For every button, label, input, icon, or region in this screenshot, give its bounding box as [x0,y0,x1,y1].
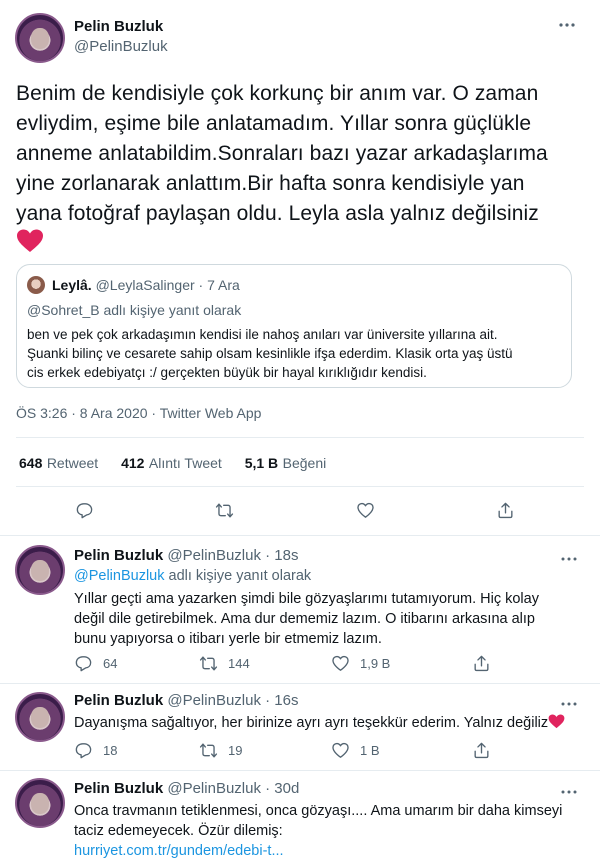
retweet-icon [199,743,218,758]
divider [16,437,584,438]
avatar[interactable] [15,778,65,828]
quotes-stat[interactable]: 412 Alıntı Tweet [121,455,222,472]
like-icon[interactable] [356,501,375,525]
reply-context: @PelinBuzluk adlı kişiye yanıt olarak [74,568,312,584]
more-dots-icon[interactable] [560,696,578,706]
more-dots-icon[interactable] [557,18,577,32]
author-name[interactable]: Pelin Buzluk [74,18,163,35]
reply-icon[interactable] [75,501,94,525]
heart-emoji [548,714,565,729]
share-icon[interactable] [496,501,515,525]
quoted-text-line: cis erkek edebiyatçı :/ gerçekten büyük … [27,365,427,380]
tweet-text: Benim de kendisiyle çok korkunç bir anım… [16,79,586,229]
quoted-text: ben ve pek çok arkadaşımın kendisi ile n… [27,325,567,382]
share-icon[interactable] [472,741,491,765]
reply-mention-link[interactable]: @PelinBuzluk [74,568,164,584]
reply-header: Pelin Buzluk @PelinBuzluk · 16s [74,692,299,709]
reply-text: Yıllar geçti ama yazarken şimdi bile göz… [74,591,539,647]
retweet-button[interactable]: 144 [199,654,250,673]
reply-time[interactable]: · 30d [265,780,299,797]
like-icon [332,742,349,758]
more-dots-icon[interactable] [560,784,578,794]
reply-button[interactable]: 64 [74,654,117,673]
reply-author-name[interactable]: Pelin Buzluk [74,780,163,797]
likes-stat[interactable]: 5,1 B Beğeni [245,455,327,472]
like-button[interactable]: 1,9 B [331,654,390,673]
tweet-text-line: yine zorlanarak anlattım.Bir hafta sonra… [16,172,525,195]
reply-icon [75,743,92,759]
divider [0,683,600,684]
reply-author-handle[interactable]: @PelinBuzluk [167,692,261,709]
avatar[interactable] [15,692,65,742]
reply-author-name[interactable]: Pelin Buzluk [74,692,163,709]
quoted-avatar [27,276,45,294]
tweet-timestamp[interactable]: ÖS 3:26 · 8 Ara 2020 · Twitter Web App [16,405,261,421]
reply-author-handle[interactable]: @PelinBuzluk [167,780,261,797]
quoted-tweet[interactable]: Leylâ. @LeylaSalinger · 7 Ara @Sohret_B … [16,264,572,388]
more-dots-icon[interactable] [560,551,578,561]
quoted-name: Leylâ. [52,277,92,293]
reply-author-name[interactable]: Pelin Buzluk [74,547,163,564]
retweet-icon[interactable] [215,501,234,525]
divider [16,486,584,487]
reply-time[interactable]: · 18s [265,547,298,564]
reply-author-handle[interactable]: @PelinBuzluk [167,547,261,564]
reply-time[interactable]: · 16s [265,692,298,709]
quoted-time: · 7 Ara [198,277,240,293]
tweet-text-line: evliydim, eşime bile anlatamadım. Yıllar… [16,112,532,135]
reply-text: Dayanışma sağaltıyor, her birinize ayrı … [74,713,589,733]
divider [0,770,600,771]
like-icon [332,655,349,671]
article-link[interactable]: hurriyet.com.tr/gundem/edebi-t... [74,841,589,861]
reply-text: Onca travmanın tetiklenmesi, onca gözyaş… [74,801,589,861]
share-icon[interactable] [472,654,491,678]
tweet-text-line: anneme anlatabildim.Sonraları bazı yazar… [16,142,548,165]
avatar[interactable] [15,13,65,63]
quoted-handle: @LeylaSalinger [95,277,195,293]
reply-header: Pelin Buzluk @PelinBuzluk · 30d [74,780,299,797]
stats-bar: 648 Retweet 412 Alıntı Tweet 5,1 B Beğen… [19,455,326,473]
quoted-reply-context: @Sohret_B adlı kişiye yanıt olarak [27,302,242,318]
like-button[interactable]: 1 B [331,741,380,760]
divider [0,535,600,536]
retweets-stat[interactable]: 648 Retweet [19,455,98,472]
reply-header: Pelin Buzluk @PelinBuzluk · 18s [74,547,299,564]
avatar[interactable] [15,545,65,595]
retweet-icon [199,656,218,671]
quoted-header: Leylâ. @LeylaSalinger · 7 Ara [52,277,240,293]
heart-emoji [16,229,44,253]
tweet-text-line: Benim de kendisiyle çok korkunç bir anım… [16,82,539,105]
reply-button[interactable]: 18 [74,741,117,760]
reply-icon [75,656,92,672]
tweet-text-line: yana fotoğraf paylaşan oldu. Leyla asla … [16,202,539,225]
retweet-button[interactable]: 19 [199,741,242,760]
quoted-text-line: Şuanki bilinç ve cesarete sahip olsam ke… [27,346,513,361]
quoted-text-line: ben ve pek çok arkadaşımın kendisi ile n… [27,327,498,342]
author-handle[interactable]: @PelinBuzluk [74,38,168,55]
